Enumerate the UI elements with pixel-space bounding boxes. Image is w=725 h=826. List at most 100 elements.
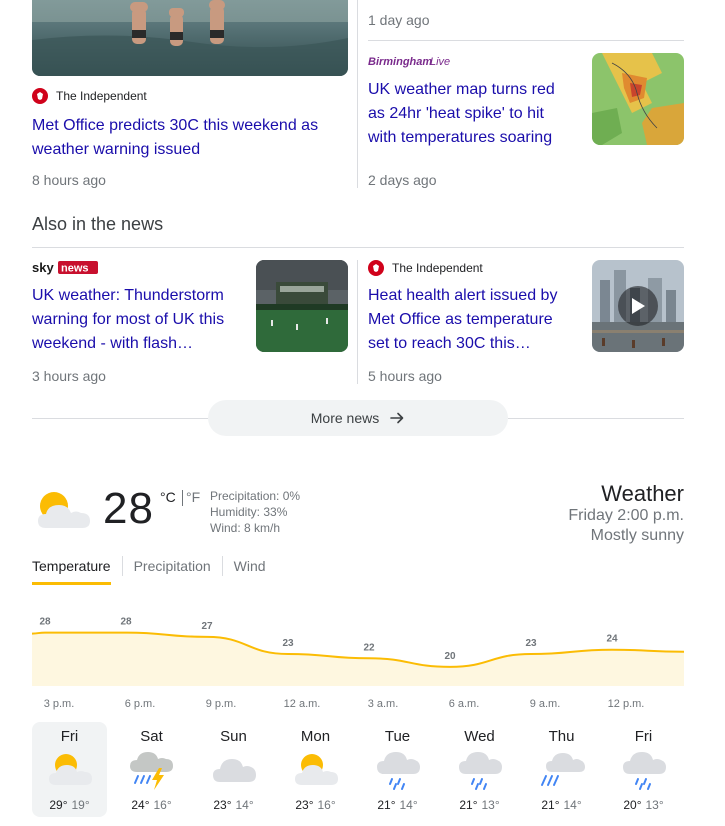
temperature-value-label: 24	[606, 634, 618, 645]
independent-logo-icon	[32, 88, 48, 104]
forecast-temps: 29° 19°	[32, 798, 107, 812]
rain-icon	[606, 750, 681, 790]
news-age: 5 hours ago	[368, 368, 442, 384]
weather-title: Weather	[601, 481, 684, 506]
news-headline[interactable]: UK weather map turns red as 24hr 'heat s…	[368, 78, 568, 150]
tab-temperature[interactable]: Temperature	[32, 558, 111, 585]
forecast-day-name: Fri	[634, 728, 653, 745]
chart-hour-label: 9 a.m.	[529, 698, 561, 710]
forecast-low: 19°	[71, 798, 90, 812]
play-video-button[interactable]	[618, 286, 658, 326]
news-source: The Independent	[368, 260, 578, 276]
forecast-temps: 24° 16°	[114, 798, 189, 812]
news-card-sky-news[interactable]: sky news UK weather: Thunderstorm warnin…	[32, 260, 242, 356]
weather-details: Precipitation: 0% Humidity: 33% Wind: 8 …	[210, 488, 300, 536]
forecast-low: 14°	[563, 798, 582, 812]
unit-separator	[182, 490, 183, 506]
forecast-day-name: Tue	[384, 728, 411, 745]
more-news-line-left	[32, 418, 208, 419]
unit-celsius[interactable]: °C	[160, 489, 176, 505]
card-divider	[368, 40, 684, 41]
news-headline[interactable]: Met Office predicts 30C this weekend as …	[32, 114, 332, 162]
forecast-temps: 21° 14°	[524, 798, 599, 812]
forecast-low: 16°	[317, 798, 336, 812]
svg-text:sky: sky	[32, 260, 54, 275]
news-age: 2 days ago	[368, 172, 437, 188]
news-card-birmingham-live[interactable]: Birmingham Live UK weather map turns red…	[368, 54, 578, 150]
news-card-independent-top[interactable]: The Independent Met Office predicts 30C …	[32, 88, 348, 162]
weather-datetime: Friday 2:00 p.m.	[568, 507, 684, 524]
forecast-day[interactable]: Thu 21° 14°	[524, 722, 599, 817]
rain-icon	[360, 750, 435, 790]
cloudy-icon	[196, 750, 271, 790]
section-title-also-in-news: Also in the news	[32, 214, 164, 234]
forecast-high: 20°	[623, 798, 642, 812]
forecast-temps: 23° 16°	[278, 798, 353, 812]
news-source-name: The Independent	[392, 261, 483, 275]
chart-hour-label: 12 a.m.	[283, 698, 321, 710]
forecast-day[interactable]: Wed 21° 13°	[442, 722, 517, 817]
precipitation-text: Precipitation: 0%	[210, 489, 301, 503]
svg-text:Birmingham: Birmingham	[368, 56, 432, 68]
more-news-label: More news	[310, 410, 380, 426]
humidity-text: Humidity: 33%	[210, 505, 288, 519]
unit-fahrenheit[interactable]: °F	[186, 489, 200, 505]
news-age: 8 hours ago	[32, 172, 106, 188]
chart-hour-label: 9 p.m.	[205, 698, 237, 710]
forecast-high: 21°	[377, 798, 396, 812]
news-headline[interactable]: UK weather: Thunderstorm warning for mos…	[32, 284, 237, 356]
forecast-day[interactable]: Mon 23° 16°	[278, 722, 353, 817]
news-source-name: The Independent	[56, 89, 147, 103]
svg-text:Live: Live	[430, 56, 450, 68]
temperature-value-label: 22	[363, 642, 375, 653]
forecast-high: 21°	[459, 798, 478, 812]
forecast-day-name: Thu	[548, 728, 575, 745]
news-card-independent-heat[interactable]: The Independent Heat health alert issued…	[368, 260, 578, 356]
chart-hour-label: 6 p.m.	[124, 698, 156, 710]
forecast-day[interactable]: Fri 29° 19°	[32, 722, 107, 817]
independent-logo-icon	[368, 260, 384, 276]
temperature-value-label: 20	[444, 651, 456, 662]
tab-precipitation[interactable]: Precipitation	[134, 558, 211, 585]
chart-hour-label: 6 a.m.	[448, 698, 480, 710]
forecast-day-name: Sat	[140, 728, 163, 745]
forecast-low: 13°	[645, 798, 664, 812]
play-icon	[632, 298, 645, 314]
forecast-day[interactable]: Fri 20° 13°	[606, 722, 681, 817]
weather-condition: Mostly sunny	[590, 527, 684, 544]
tab-wind[interactable]: Wind	[234, 558, 266, 585]
temperature-value-label: 28	[39, 617, 51, 628]
rain-icon	[442, 750, 517, 790]
weather-tabs: Temperature Precipitation Wind	[32, 556, 266, 585]
news-thumbnail-weather-map[interactable]	[592, 53, 684, 145]
more-news-button[interactable]: More news	[208, 400, 508, 436]
forecast-day-name: Fri	[60, 728, 79, 745]
news-age: 3 hours ago	[32, 368, 106, 384]
wind-text: Wind: 8 km/h	[210, 521, 281, 535]
temperature-chart[interactable]: 28 28 27 23 22 20 23 24	[32, 600, 684, 686]
temperature-value-label: 23	[525, 638, 537, 649]
forecast-day[interactable]: Sun 23° 14°	[196, 722, 271, 817]
column-divider	[357, 260, 358, 384]
forecast-day[interactable]: Tue 21° 14°	[360, 722, 435, 817]
news-age-previous: 1 day ago	[368, 12, 430, 28]
chart-hour-label: 3 p.m.	[43, 698, 75, 710]
forecast-day[interactable]: Sat 24° 16°	[114, 722, 189, 817]
chart-hour-label: 12 p.m.	[607, 698, 645, 710]
tab-separator	[221, 556, 223, 576]
svg-text:news: news	[61, 263, 89, 275]
tab-separator	[121, 556, 123, 576]
column-divider	[357, 0, 358, 188]
thunderstorm-icon	[114, 750, 189, 790]
news-headline[interactable]: Heat health alert issued by Met Office a…	[368, 284, 573, 356]
temperature-value-label: 23	[282, 638, 294, 649]
news-thumbnail-stadium[interactable]	[256, 260, 348, 352]
forecast-temps: 23° 14°	[196, 798, 271, 812]
news-thumbnail-swimmers[interactable]	[32, 0, 348, 76]
current-weather-icon	[32, 488, 94, 537]
sky-news-logo-icon: sky news	[32, 260, 242, 276]
forecast-temps: 20° 13°	[606, 798, 681, 812]
forecast-temps: 21° 14°	[360, 798, 435, 812]
more-news-line-right	[508, 418, 684, 419]
temperature-value-label: 28	[120, 617, 132, 628]
